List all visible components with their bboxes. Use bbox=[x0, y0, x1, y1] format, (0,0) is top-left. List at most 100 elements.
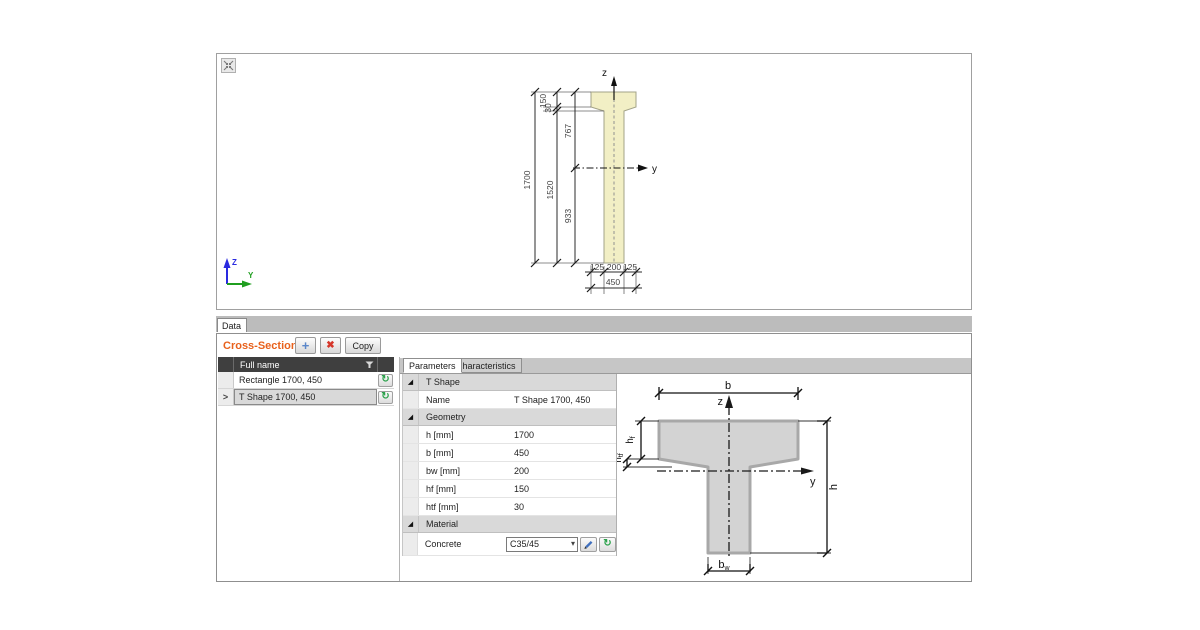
section-name-cell: T Shape 1700, 450 bbox=[234, 389, 377, 405]
grid-row-h: h [mm] 1700 bbox=[403, 426, 616, 444]
dim-web-width: 200 bbox=[607, 262, 621, 272]
grid-row-bw: bw [mm] 200 bbox=[403, 462, 616, 480]
regenerate-section-button[interactable]: ↻ bbox=[378, 373, 393, 387]
diagram-h-label: h bbox=[828, 484, 840, 490]
tab-data[interactable]: Data bbox=[217, 318, 248, 332]
diagram-y-arrowhead bbox=[801, 467, 814, 475]
z-axis-label: z bbox=[602, 68, 607, 79]
section-name-cell: Rectangle 1700, 450 bbox=[234, 372, 377, 388]
y-axis-arrowhead bbox=[638, 164, 648, 172]
table-row[interactable]: Rectangle 1700, 450 ↻ bbox=[218, 372, 394, 389]
group-label: Material bbox=[426, 519, 459, 529]
diagram-y-label: y bbox=[810, 476, 816, 488]
group-label: Geometry bbox=[426, 412, 466, 422]
property-value[interactable]: T Shape 1700, 450 bbox=[514, 395, 616, 405]
property-value[interactable]: 450 bbox=[514, 448, 616, 458]
property-value[interactable]: 150 bbox=[514, 484, 616, 494]
chevron-down-icon: ▾ bbox=[570, 538, 575, 548]
grid-row-name: Name T Shape 1700, 450 bbox=[403, 391, 616, 409]
group-row-geometry[interactable]: ◢ Geometry bbox=[403, 409, 616, 426]
delete-section-button[interactable]: ✖ bbox=[320, 337, 341, 354]
triad-y-label: Y bbox=[248, 271, 254, 280]
concrete-grade-dropdown[interactable]: C35/45 ▾ bbox=[506, 536, 578, 552]
property-value[interactable]: 200 bbox=[514, 466, 616, 476]
section-canvas[interactable]: z y 1700 1520 150 30 767 933 125 200 125… bbox=[216, 53, 972, 310]
full-name-column-header[interactable]: Full name bbox=[240, 360, 280, 370]
t-shape-diagram: z y b h hf tf bw bbox=[613, 380, 840, 576]
dim-centroid-to-bottom: 933 bbox=[563, 209, 573, 223]
property-label: bw [mm] bbox=[426, 465, 461, 476]
pencil-icon bbox=[584, 540, 593, 549]
refresh-icon: ↻ bbox=[381, 374, 390, 385]
grid-row-b: b [mm] 450 bbox=[403, 444, 616, 462]
tab-parameters[interactable]: Parameters bbox=[403, 358, 462, 373]
row-selector-cell[interactable]: > bbox=[218, 389, 234, 405]
table-header-row: Full name bbox=[218, 357, 394, 372]
shape-diagram-pane: z y b h hf tf bw bbox=[613, 374, 971, 580]
row-gutter bbox=[403, 533, 418, 555]
edit-material-button[interactable] bbox=[580, 536, 597, 552]
pane-splitter[interactable] bbox=[399, 357, 400, 581]
add-section-button[interactable]: + bbox=[295, 337, 316, 354]
group-expander-icon[interactable]: ◢ bbox=[403, 516, 419, 532]
row-gutter bbox=[403, 498, 419, 515]
axis-triad: Z Y bbox=[223, 258, 254, 288]
row-gutter bbox=[403, 444, 419, 461]
table-row-selected[interactable]: > T Shape 1700, 450 ↻ bbox=[218, 389, 394, 406]
diagram-z-label: z bbox=[718, 396, 724, 408]
group-row-material[interactable]: ◢ Material bbox=[403, 516, 616, 533]
group-expander-icon[interactable]: ◢ bbox=[403, 409, 419, 425]
dim-left-overhang: 125 bbox=[590, 262, 604, 272]
row-selector-cell[interactable] bbox=[218, 372, 234, 388]
dim-total-width: 450 bbox=[606, 277, 620, 287]
regenerate-section-button[interactable]: ↻ bbox=[378, 390, 393, 404]
cross-sections-panel: Cross-Sections + ✖ Copy Full name Rectan… bbox=[216, 333, 972, 582]
grid-row-concrete: Concrete C35/45 ▾ ↻ bbox=[403, 533, 616, 556]
triad-z-label: Z bbox=[232, 258, 237, 267]
property-value[interactable]: 30 bbox=[514, 502, 616, 512]
dim-total-height: 1700 bbox=[522, 170, 532, 189]
dim-top-to-centroid: 767 bbox=[563, 124, 573, 138]
concrete-grade-value: C35/45 bbox=[510, 539, 540, 549]
panel-title: Cross-Sections bbox=[223, 340, 304, 352]
diagram-b-label: b bbox=[725, 380, 731, 392]
grid-row-hf: hf [mm] 150 bbox=[403, 480, 616, 498]
filter-funnel-icon[interactable] bbox=[365, 361, 374, 369]
detail-tab-strip: Parameters Characteristics bbox=[400, 358, 971, 374]
parameters-grid: ◢ T Shape Name T Shape 1700, 450 ◢ Geome… bbox=[402, 374, 617, 556]
dim-right-overhang: 125 bbox=[623, 262, 637, 272]
application-window: z y 1700 1520 150 30 767 933 125 200 125… bbox=[0, 0, 1200, 630]
property-label: htf [mm] bbox=[426, 501, 459, 512]
row-gutter bbox=[403, 462, 419, 479]
property-label: Name bbox=[426, 394, 451, 405]
group-expander-icon[interactable]: ◢ bbox=[403, 374, 419, 390]
diagram-htf-label: htf bbox=[617, 453, 625, 463]
y-axis-label: y bbox=[652, 164, 657, 175]
row-gutter bbox=[403, 426, 419, 443]
property-label: hf [mm] bbox=[426, 483, 457, 494]
dim-taper-height: 30 bbox=[543, 103, 553, 113]
row-gutter bbox=[403, 391, 419, 408]
copy-section-button[interactable]: Copy bbox=[345, 337, 381, 354]
row-selector-header bbox=[218, 357, 234, 372]
property-label: h [mm] bbox=[426, 429, 454, 440]
property-label: b [mm] bbox=[426, 447, 454, 458]
property-label: Concrete bbox=[424, 539, 462, 549]
preview-column-header bbox=[377, 357, 394, 372]
z-axis-arrowhead bbox=[611, 76, 617, 86]
diagram-bw-label: bw bbox=[718, 559, 730, 572]
group-row-shape[interactable]: ◢ T Shape bbox=[403, 374, 616, 391]
bottom-tab-strip: Data bbox=[216, 316, 972, 332]
diagram-z-arrowhead bbox=[725, 395, 733, 408]
sections-table: Full name Rectangle 1700, 450 ↻ > T Shap… bbox=[218, 357, 394, 406]
refresh-icon: ↻ bbox=[381, 391, 390, 402]
tab-characteristics[interactable]: Characteristics bbox=[451, 358, 522, 373]
row-gutter bbox=[403, 480, 419, 497]
cross-section-drawing: z y 1700 1520 150 30 767 933 125 200 125… bbox=[223, 68, 657, 294]
diagram-hf-label: hf bbox=[625, 436, 637, 444]
group-label: T Shape bbox=[426, 377, 460, 387]
property-value[interactable]: 1700 bbox=[514, 430, 616, 440]
dim-web-height: 1520 bbox=[545, 180, 555, 199]
grid-row-htf: htf [mm] 30 bbox=[403, 498, 616, 516]
refresh-material-button[interactable]: ↻ bbox=[599, 536, 616, 552]
